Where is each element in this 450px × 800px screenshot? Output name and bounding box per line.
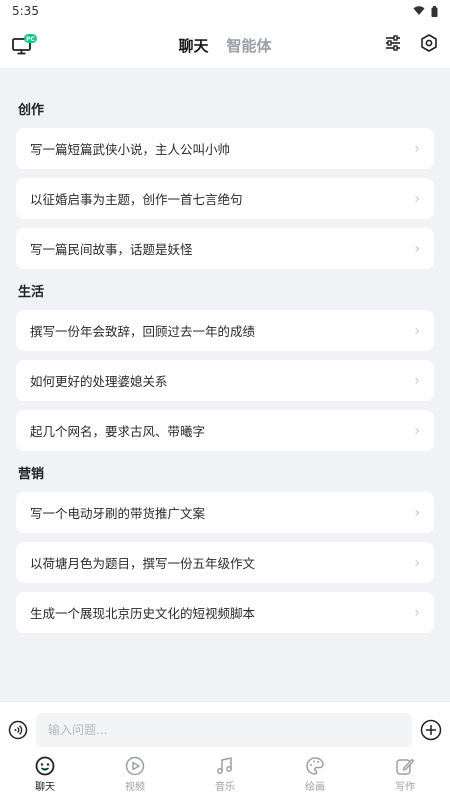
nav-label: 视频 <box>125 781 145 793</box>
header-tabs: 聊天 智能体 <box>0 22 450 68</box>
battery-icon <box>431 5 438 17</box>
voice-input-icon[interactable] <box>8 720 28 740</box>
nav-item-write[interactable]: 写作 <box>370 756 440 793</box>
prompt-card[interactable]: 如何更好的处理婆媳关系 › <box>16 360 434 401</box>
nav-item-chat[interactable]: 聊天 <box>10 756 80 793</box>
bottom-panel: 聊天 视频 音乐 绘画 <box>0 701 450 800</box>
section-title-life: 生活 <box>18 285 45 300</box>
video-icon <box>125 756 145 775</box>
palette-icon <box>306 756 324 775</box>
edit-icon <box>396 758 415 775</box>
section-title-marketing: 营销 <box>18 467 45 482</box>
settings-icon[interactable] <box>420 34 438 52</box>
prompt-card[interactable]: 生成一个展现北京历史文化的短视频脚本 › <box>16 592 434 633</box>
question-input[interactable] <box>46 722 402 738</box>
question-input-box[interactable] <box>36 713 412 747</box>
prompt-text: 写一篇民间故事，话题是妖怪 <box>30 242 193 257</box>
chevron-right-icon: › <box>414 422 420 439</box>
chevron-right-icon: › <box>414 240 420 257</box>
prompt-text: 以征婚启事为主题，创作一首七言绝句 <box>30 192 243 207</box>
prompt-text: 如何更好的处理婆媳关系 <box>30 374 168 389</box>
bottom-nav: 聊天 视频 音乐 绘画 写作 <box>0 752 450 796</box>
nav-item-video[interactable]: 视频 <box>100 756 170 793</box>
nav-label: 聊天 <box>35 781 55 793</box>
header-actions <box>384 34 438 52</box>
chevron-right-icon: › <box>414 140 420 157</box>
prompt-card[interactable]: 以征婚启事为主题，创作一首七言绝句 › <box>16 178 434 219</box>
chevron-right-icon: › <box>414 190 420 207</box>
app-header: PC 聊天 智能体 <box>0 22 450 69</box>
prompt-card[interactable]: 撰写一份年会致辞，回顾过去一年的成绩 › <box>16 310 434 351</box>
prompt-text: 写一篇短篇武侠小说，主人公叫小帅 <box>30 142 231 157</box>
prompt-text: 撰写一份年会致辞，回顾过去一年的成绩 <box>30 324 256 339</box>
chevron-right-icon: › <box>414 504 420 521</box>
status-bar: 5:35 <box>0 0 450 22</box>
prompt-card[interactable]: 写一篇短篇武侠小说，主人公叫小帅 › <box>16 128 434 169</box>
prompt-text: 以荷塘月色为题目，撰写一份五年级作文 <box>30 556 256 571</box>
nav-item-music[interactable]: 音乐 <box>190 756 260 793</box>
add-icon[interactable] <box>420 719 442 741</box>
prompt-text: 起几个网名，要求古风、带曦字 <box>30 424 206 439</box>
prompt-card[interactable]: 以荷塘月色为题目，撰写一份五年级作文 › <box>16 542 434 583</box>
status-icons <box>413 5 438 17</box>
prompt-list: 创作 写一篇短篇武侠小说，主人公叫小帅 › 以征婚启事为主题，创作一首七言绝句 › … <box>0 99 450 633</box>
nav-label: 绘画 <box>305 781 325 793</box>
chat-icon <box>35 756 55 775</box>
prompt-card[interactable]: 起几个网名，要求古风、带曦字 › <box>16 410 434 451</box>
input-row <box>0 708 450 752</box>
chevron-right-icon: › <box>414 554 420 571</box>
prompt-card[interactable]: 写一篇民间故事，话题是妖怪 › <box>16 228 434 269</box>
filter-icon[interactable] <box>384 34 402 52</box>
nav-item-paint[interactable]: 绘画 <box>280 756 350 793</box>
prompt-card[interactable]: 写一个电动牙刷的带货推广文案 › <box>16 492 434 533</box>
chevron-right-icon: › <box>414 372 420 389</box>
chevron-right-icon: › <box>414 604 420 621</box>
section-title-creation: 创作 <box>18 103 45 118</box>
nav-label: 音乐 <box>215 781 235 793</box>
status-time: 5:35 <box>12 4 39 18</box>
prompt-text: 生成一个展现北京历史文化的短视频脚本 <box>30 606 256 621</box>
music-icon <box>217 756 232 774</box>
prompt-text: 写一个电动牙刷的带货推广文案 <box>30 506 206 521</box>
tab-agents[interactable]: 智能体 <box>227 35 272 56</box>
tab-chat[interactable]: 聊天 <box>178 35 208 56</box>
nav-label: 写作 <box>395 781 415 793</box>
wifi-icon <box>413 6 425 15</box>
chevron-right-icon: › <box>414 322 420 339</box>
